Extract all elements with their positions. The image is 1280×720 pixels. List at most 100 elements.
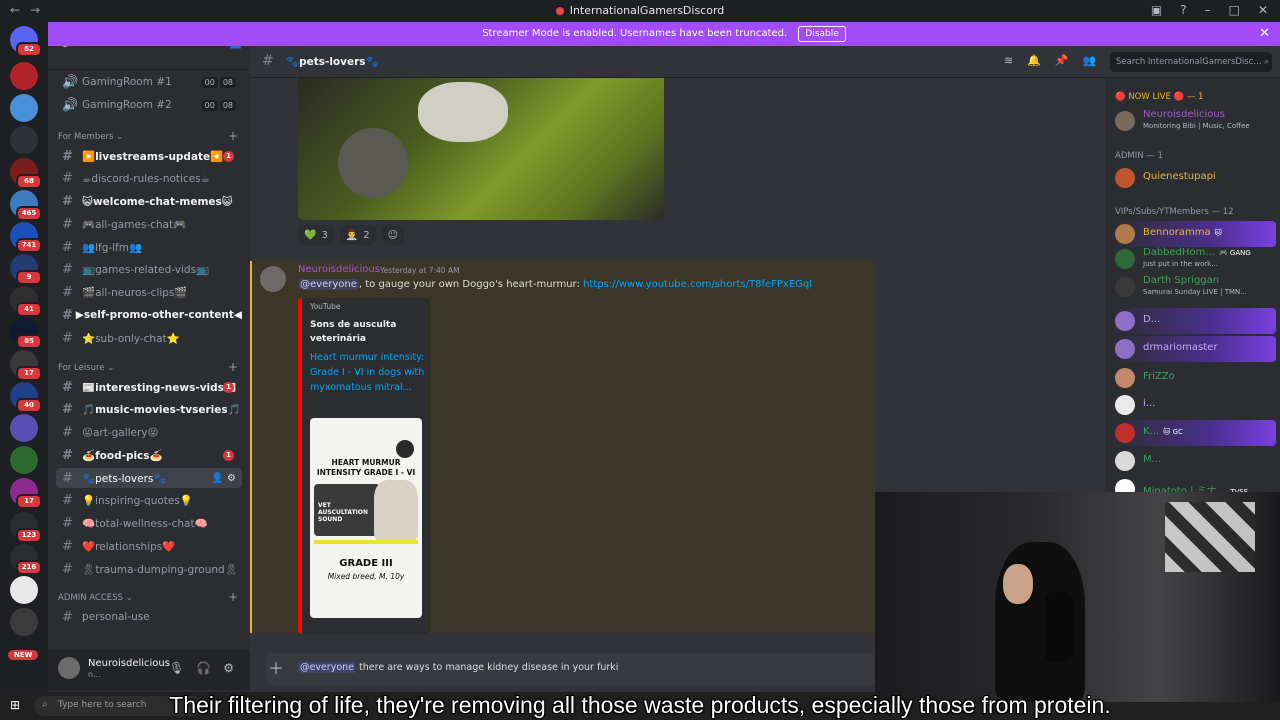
message-author[interactable]: Neuroisdelicious: [298, 264, 380, 275]
channel-item[interactable]: # 🎮all-games-chat🎮: [56, 214, 242, 234]
server-icon[interactable]: 17: [10, 478, 42, 509]
member-item[interactable]: Minatoto | ミナ... TVSF: [1111, 476, 1276, 492]
channel-settings-icon[interactable]: 👤 ⚙: [211, 473, 236, 484]
server-icon[interactable]: [10, 94, 38, 122]
server-icon[interactable]: 741: [10, 222, 42, 253]
channel-item[interactable]: # personal-use: [56, 607, 242, 627]
channel-item[interactable]: 🔊 GamingRoom #1 00 08: [56, 72, 242, 92]
server-icon[interactable]: [10, 608, 38, 636]
channel-category[interactable]: ADMIN ACCESS ⌄: [58, 593, 133, 603]
add-channel-icon[interactable]: +: [228, 590, 238, 604]
server-icon[interactable]: 123: [10, 512, 42, 543]
channel-item[interactable]: # 🎬all-neuros-clips🎬: [56, 283, 242, 303]
settings-gear-icon[interactable]: ⚙: [223, 661, 234, 675]
server-icon[interactable]: 465: [10, 190, 42, 221]
member-live[interactable]: Neuroisdelicious Monitoring Bibi | Music…: [1111, 108, 1276, 134]
server-icon[interactable]: [10, 62, 38, 90]
member-item[interactable]: drmariomaster: [1111, 336, 1276, 362]
message-link[interactable]: https://www.youtube.com/shorts/T8feFPxEG…: [583, 279, 812, 290]
channel-item[interactable]: # 😺welcome-chat-memes😺: [56, 192, 242, 212]
server-icon[interactable]: 68: [10, 158, 42, 189]
close-window-icon[interactable]: ✕: [1258, 3, 1268, 17]
avatar[interactable]: [58, 657, 80, 679]
channel-item[interactable]: # 😝art-gallery😝: [56, 423, 242, 443]
server-home[interactable]: 62: [10, 26, 42, 57]
add-attachment-icon[interactable]: ＋: [266, 659, 286, 679]
avatar[interactable]: [260, 266, 286, 292]
help-icon[interactable]: ?: [1180, 3, 1186, 17]
server-icon[interactable]: 85: [10, 318, 42, 349]
member-item[interactable]: DabbedHom... 🎮 GANG Just put in the work..…: [1111, 246, 1276, 272]
channel-item[interactable]: # ❤️relationships❤️: [56, 536, 242, 556]
headphones-icon[interactable]: 🎧: [196, 661, 211, 675]
hash-icon: #: [62, 216, 73, 232]
server-icon[interactable]: 41: [10, 286, 42, 317]
member-admin[interactable]: Quienestupapi: [1111, 165, 1276, 191]
embed-title[interactable]: Heart murmur intensity: Grade I - VI in …: [310, 350, 426, 395]
channel-item[interactable]: # 🎵music-movies-tvseries🎵: [56, 400, 242, 420]
server-icon[interactable]: [10, 446, 38, 474]
reaction[interactable]: 💚 3: [298, 225, 334, 245]
channel-item[interactable]: # 📰interesting-news-vids📰 1: [56, 377, 242, 397]
avatar: [1115, 168, 1135, 188]
embed-author[interactable]: Sons de ausculta veterinária: [310, 318, 426, 346]
server-icon[interactable]: [10, 576, 38, 604]
server-icon[interactable]: 17: [10, 350, 42, 381]
channel-item[interactable]: # 🧠total-wellness-chat🧠: [56, 514, 242, 534]
channel-list: 🔊 GamingRoom #1 00 08 🔊 GamingRoom #2 00 08 For …: [48, 22, 250, 650]
hash-icon: #: [62, 262, 73, 278]
window-title: InternationalGamersDiscord: [0, 4, 1280, 17]
member-item[interactable]: i...: [1111, 392, 1276, 418]
channel-item[interactable]: # 🎗trauma-dumping-ground🎗: [56, 559, 242, 579]
mention[interactable]: @everyone: [298, 279, 359, 290]
add-channel-icon[interactable]: +: [228, 129, 238, 143]
streamer-banner-text: Streamer Mode is enabled. Usernames have…: [482, 28, 788, 39]
minimize-icon[interactable]: –: [1205, 3, 1211, 17]
bell-icon[interactable]: 🔔: [1027, 54, 1041, 67]
channel-item[interactable]: # ▶️livestreams-update◀️ 1: [56, 146, 242, 166]
pin-icon[interactable]: 📌: [1055, 54, 1069, 67]
channel-item[interactable]: # 📺games-related-vids📺: [56, 260, 242, 280]
channel-item[interactable]: # ▶self-promo-other-content◀: [56, 305, 242, 325]
member-item[interactable]: Bennoramma 🐱: [1111, 221, 1276, 247]
microphone-icon[interactable]: 🎙: [169, 661, 184, 675]
chevron-down-icon: ⌄: [113, 132, 124, 142]
member-item[interactable]: K... 🐱 GC: [1111, 420, 1276, 446]
channel-name: 🎬all-neuros-clips🎬: [82, 287, 188, 299]
channel-item[interactable]: # 🐾pets-lovers🐾 👤 ⚙: [56, 468, 242, 488]
add-reaction-icon[interactable]: ☺: [381, 225, 405, 245]
composer-text[interactable]: @everyone there are ways to manage kidne…: [298, 662, 618, 673]
add-channel-icon[interactable]: +: [228, 360, 238, 374]
channel-item[interactable]: # ☕discord-rules-notices☕: [56, 169, 242, 189]
search-input[interactable]: Search InternationalGamersDisc... ⌕: [1110, 52, 1272, 72]
channel-item[interactable]: # 🍝food-pics🍝 1: [56, 445, 242, 465]
channel-item[interactable]: # 💡inspiring-quotes💡: [56, 491, 242, 511]
message-image[interactable]: [298, 78, 664, 220]
close-icon[interactable]: ✕: [1259, 22, 1270, 46]
threads-icon[interactable]: ≋: [1004, 54, 1013, 67]
member-item[interactable]: Darth Spriggan Samurai Sunday LIVE | TMN.…: [1111, 274, 1276, 300]
disable-streamer-button[interactable]: Disable: [798, 26, 846, 42]
member-item[interactable]: D...: [1111, 308, 1276, 334]
server-icon[interactable]: [10, 126, 38, 154]
server-icon[interactable]: 9: [10, 254, 42, 285]
channel-name: ▶self-promo-other-content◀: [75, 309, 242, 322]
channel-item[interactable]: 🔊 GamingRoom #2 00 08: [56, 95, 242, 115]
member-item[interactable]: FriZZo: [1111, 365, 1276, 391]
channel-name: ⭐sub-only-chat⭐: [82, 332, 180, 345]
channel-item[interactable]: # ⭐sub-only-chat⭐: [56, 328, 242, 348]
channel-item[interactable]: # 👥lfg-lfm👥: [56, 237, 242, 257]
inbox-icon[interactable]: ▣: [1151, 3, 1162, 17]
reaction[interactable]: 👨‍⚕️ 2: [339, 225, 376, 245]
channel-category[interactable]: For Members ⌄: [58, 132, 123, 142]
channel-category[interactable]: For Leisure ⌄: [58, 363, 114, 373]
message-composer[interactable]: ＋ @everyone there are ways to manage kid…: [266, 653, 875, 685]
member-item[interactable]: M...: [1111, 448, 1276, 474]
members-icon[interactable]: 👥: [1083, 54, 1097, 67]
server-icon[interactable]: 40: [10, 382, 42, 413]
maximize-icon[interactable]: □: [1229, 3, 1240, 17]
avatar: [1115, 368, 1135, 388]
server-icon[interactable]: 216: [10, 544, 42, 575]
video-thumbnail[interactable]: HEART MURMUR INTENSITY GRADE I - VI VET …: [310, 418, 422, 618]
server-icon[interactable]: [10, 414, 38, 442]
